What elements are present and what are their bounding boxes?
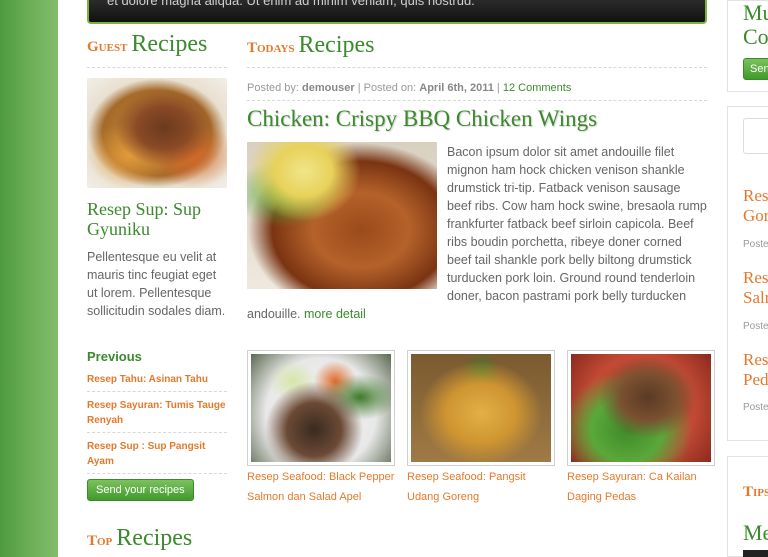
previous-recipe-link[interactable]: Resep Sayuran: Tumis Tauge Renyah: [87, 398, 227, 433]
guest-recipe-description: Pellentesque eu velit at mauris tinc feu…: [87, 250, 226, 318]
sidebar-recipe-link[interactable]: Res Gor: [743, 186, 768, 226]
divider: [247, 67, 707, 68]
guest-recipe-image[interactable]: [87, 78, 227, 188]
recipe-thumbnail[interactable]: [247, 350, 395, 466]
post-date: April 6th, 2011: [419, 82, 494, 94]
sidebar-heading: Me: [743, 520, 768, 545]
previous-recipe-link[interactable]: Resep Sup : Sup Pangsit Ayam: [87, 439, 227, 474]
sidebar-recipe-meta: Poste: [743, 239, 768, 250]
recipe-thumbnail[interactable]: [407, 350, 555, 466]
top-recipes-heading: Top Recipes: [87, 525, 193, 551]
previous-recipe-link[interactable]: Resep Tahu: Asinan Tahu: [87, 372, 227, 392]
sidebar-recipe-link[interactable]: Res Salr: [743, 268, 768, 308]
sidebar-heading: Mu: [743, 0, 768, 25]
recipe-thumbnail-caption[interactable]: Resep Sayuran: Ca Kailan Daging Pedas: [567, 467, 719, 507]
sidebar-heading: Co: [743, 24, 768, 49]
recipe-thumbnail[interactable]: [567, 350, 715, 466]
divider: [247, 100, 707, 101]
sidebar-recipe-link[interactable]: Res Ped: [743, 350, 768, 390]
sidebar-recipe-meta: Poste: [743, 402, 768, 413]
sidebar-block: [743, 550, 768, 557]
more-detail-link[interactable]: more detail: [304, 307, 366, 321]
divider: [87, 67, 227, 68]
guest-recipe-title[interactable]: Resep Sup: Sup Gyuniku: [87, 199, 227, 239]
sidebar-recipe-meta: Poste: [743, 321, 768, 332]
recipe-thumbnail-caption[interactable]: Resep Seafood: Black Pepper Salmon dan S…: [247, 467, 399, 507]
post-title[interactable]: Chicken: Crispy BBQ Chicken Wings: [247, 106, 597, 132]
send-recipes-button[interactable]: Send your recipes: [87, 479, 194, 501]
previous-recipes-list: Resep Tahu: Asinan Tahu Resep Sayuran: T…: [87, 372, 227, 480]
post-author: demouser: [302, 82, 355, 94]
page-background-gutter: [0, 0, 58, 557]
previous-heading: Previous: [87, 349, 142, 364]
recipe-thumbnail-caption[interactable]: Resep Seafood: Pangsit Udang Goreng: [407, 467, 559, 507]
sidebar-search-input[interactable]: [743, 118, 768, 154]
post-meta: Posted by: demouser | Posted on: April 6…: [247, 82, 572, 94]
tips-heading: Tips: [743, 484, 768, 500]
slider-caption: et dolore magna aliqua. Ut enim ad minim…: [107, 0, 475, 8]
guest-recipes-heading: Guest Recipes: [87, 31, 208, 57]
post-excerpt: Bacon ipsum dolor sit amet andouille fil…: [247, 145, 707, 321]
sidebar-button[interactable]: Sen: [743, 58, 768, 80]
comments-link[interactable]: 12 Comments: [503, 82, 571, 94]
featured-slider[interactable]: et dolore magna aliqua. Ut enim ad minim…: [87, 0, 707, 24]
todays-recipes-heading: Todays Recipes: [247, 32, 375, 58]
